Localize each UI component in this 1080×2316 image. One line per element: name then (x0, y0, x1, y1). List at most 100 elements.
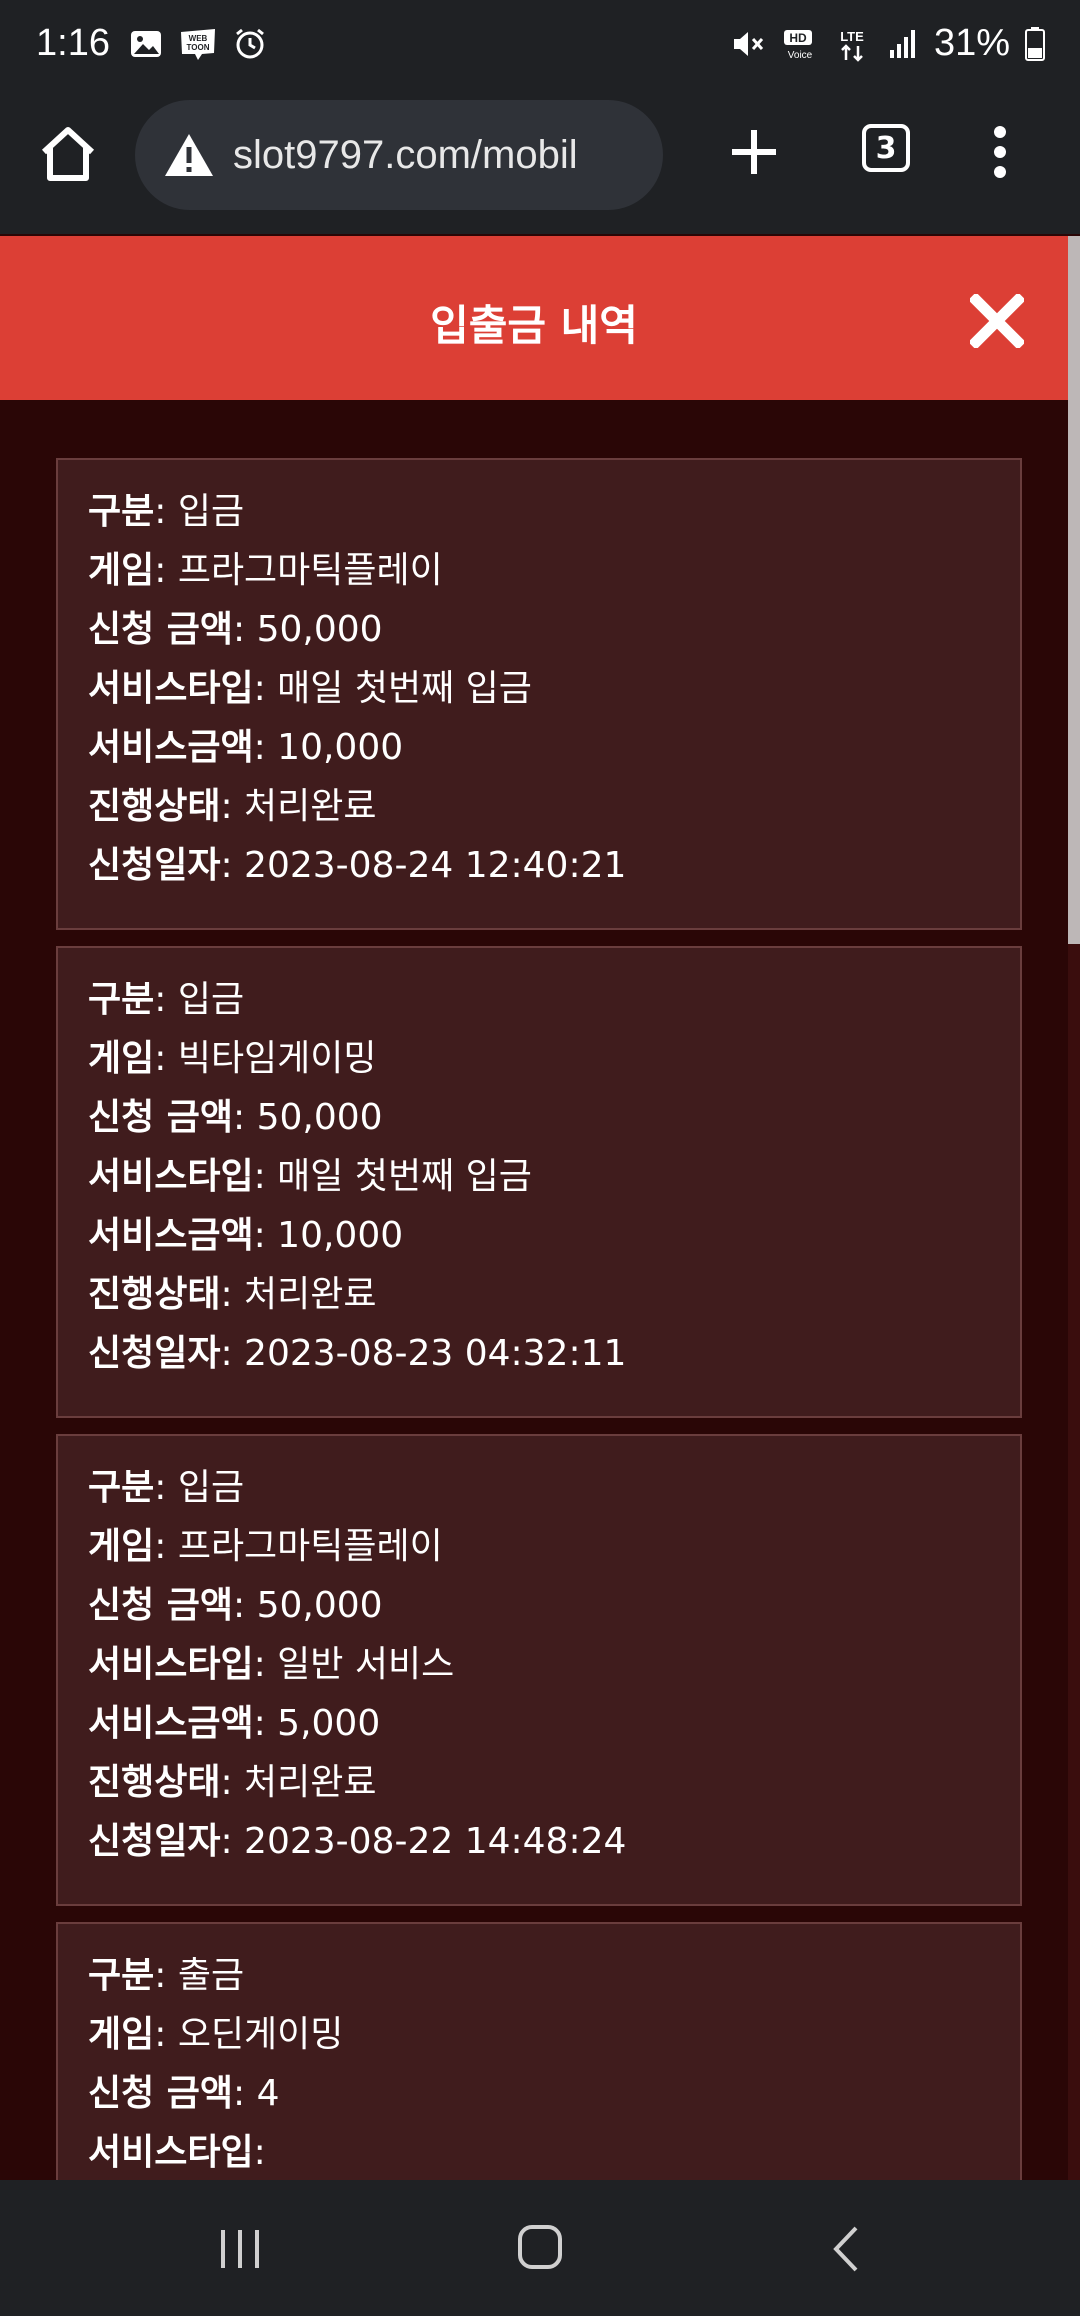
field-value: : 2023-08-22 14:48:24 (220, 1821, 627, 1862)
field-label: 신청일자 (88, 1821, 221, 1862)
field-row: 신청일자: 2023-08-23 04:32:11 (88, 1324, 626, 1376)
field-value: : 2023-08-24 12:40:21 (220, 845, 627, 886)
field-value: : 매일 첫번째 입금 (253, 668, 532, 709)
svg-text:HD: HD (789, 31, 807, 45)
field-row: 신청일자: 2023-08-24 12:40:21 (88, 836, 626, 888)
field-label: 게임 (88, 1526, 155, 1567)
field-value: : 10,000 (253, 727, 404, 768)
field-row: 신청 금액: 50,000 (88, 1576, 383, 1628)
more-menu-icon[interactable] (990, 122, 1010, 182)
transaction-card: 구분: 입금 게임: 프라그마틱플레이 신청 금액: 50,000 서비스타입:… (56, 1434, 1022, 1906)
url-text[interactable]: slot9797.com/mobil (233, 133, 578, 178)
field-value: : 처리완료 (220, 1762, 377, 1803)
back-icon[interactable] (830, 2224, 860, 2274)
hd-voice-icon: HD Voice (783, 29, 813, 61)
field-value: : 50,000 (233, 609, 383, 650)
field-value: : 오딘게이밍 (154, 2014, 344, 2055)
svg-text:TOON: TOON (187, 43, 210, 52)
alarm-icon (236, 28, 264, 59)
field-row: 구분: 입금 (88, 1458, 244, 1510)
close-icon[interactable] (970, 294, 1024, 348)
field-row: 신청 금액: 50,000 (88, 600, 383, 652)
address-bar[interactable]: slot9797.com/mobil (135, 100, 663, 210)
field-row: 신청 금액: 4 (88, 2064, 280, 2116)
field-label: 서비스타입 (88, 1156, 254, 1197)
field-value: : 50,000 (233, 1585, 383, 1626)
field-row: 구분: 출금 (88, 1946, 244, 1998)
field-label: 신청일자 (88, 845, 221, 886)
field-label: 구분 (88, 1955, 155, 1996)
scrollbar-thumb[interactable] (1068, 236, 1080, 944)
svg-text:WEB: WEB (189, 34, 208, 43)
field-value: : 일반 서비스 (253, 1644, 455, 1685)
warning-icon[interactable] (163, 132, 215, 178)
field-row: 신청일자: 2023-08-22 14:48:24 (88, 1812, 626, 1864)
tab-count: 3 (875, 130, 897, 166)
field-value: : 빅타임게이밍 (154, 1038, 377, 1079)
field-value: : 4 (233, 2073, 280, 2114)
field-value: : 처리완료 (220, 1274, 377, 1315)
field-label: 진행상태 (88, 1274, 221, 1315)
field-value: : 프라그마틱플레이 (154, 1526, 443, 1567)
field-label: 게임 (88, 550, 155, 591)
field-label: 진행상태 (88, 786, 221, 827)
field-label: 신청 금액 (88, 1585, 234, 1626)
field-value: : 입금 (154, 1467, 245, 1508)
field-row: 게임: 프라그마틱플레이 (88, 1517, 443, 1569)
field-value: : 10,000 (253, 1215, 404, 1256)
field-value: : 매일 첫번째 입금 (253, 1156, 532, 1197)
svg-text:LTE: LTE (840, 29, 864, 44)
field-row: 서비스타입: (88, 2123, 266, 2175)
field-row: 구분: 입금 (88, 482, 244, 534)
field-value: : (253, 2132, 266, 2173)
field-row: 서비스금액: 10,000 (88, 1206, 403, 1258)
browser-toolbar: slot9797.com/mobil 3 (0, 92, 1080, 234)
field-value: : 출금 (154, 1955, 245, 1996)
field-row: 진행상태: 처리완료 (88, 1265, 377, 1317)
field-label: 서비스금액 (88, 1215, 254, 1256)
battery-icon (1025, 26, 1045, 61)
system-nav-bar (0, 2180, 1080, 2316)
field-row: 진행상태: 처리완료 (88, 1753, 377, 1805)
field-label: 신청 금액 (88, 1097, 234, 1138)
field-label: 게임 (88, 2014, 155, 2055)
field-label: 서비스금액 (88, 1703, 254, 1744)
modal-header: 입출금 내역 (0, 236, 1068, 400)
tab-switcher-button[interactable]: 3 (862, 124, 910, 172)
field-value: : 처리완료 (220, 786, 377, 827)
field-row: 서비스타입: 일반 서비스 (88, 1635, 454, 1687)
field-label: 구분 (88, 979, 155, 1020)
field-row: 게임: 빅타임게이밍 (88, 1029, 377, 1081)
field-row: 진행상태: 처리완료 (88, 777, 377, 829)
field-label: 구분 (88, 1467, 155, 1508)
transaction-card: 구분: 입금 게임: 빅타임게이밍 신청 금액: 50,000 서비스타입: 매… (56, 946, 1022, 1418)
new-tab-icon[interactable] (728, 126, 780, 178)
field-label: 서비스타입 (88, 2132, 254, 2173)
transaction-card: 구분: 입금 게임: 프라그마틱플레이 신청 금액: 50,000 서비스타입:… (56, 458, 1022, 930)
mute-icon (733, 31, 764, 56)
gallery-icon (131, 31, 161, 57)
field-value: : 입금 (154, 491, 245, 532)
webtoon-icon: WEB TOON (181, 29, 215, 60)
home-icon[interactable] (36, 122, 100, 186)
field-label: 서비스타입 (88, 668, 254, 709)
field-value: : 50,000 (233, 1097, 383, 1138)
transaction-list[interactable]: 구분: 입금 게임: 프라그마틱플레이 신청 금액: 50,000 서비스타입:… (0, 400, 1068, 2180)
field-row: 서비스타입: 매일 첫번째 입금 (88, 659, 532, 711)
field-row: 신청 금액: 50,000 (88, 1088, 383, 1140)
field-value: : 5,000 (253, 1703, 381, 1744)
system-home-icon[interactable] (517, 2224, 563, 2270)
field-value: : 2023-08-23 04:32:11 (220, 1333, 627, 1374)
field-label: 서비스금액 (88, 727, 254, 768)
svg-text:Voice: Voice (788, 50, 813, 61)
field-label: 서비스타입 (88, 1644, 254, 1685)
field-row: 게임: 프라그마틱플레이 (88, 541, 443, 593)
field-row: 서비스금액: 10,000 (88, 718, 403, 770)
field-row: 게임: 오딘게이밍 (88, 2005, 343, 2057)
recent-apps-icon[interactable] (215, 2226, 265, 2272)
field-label: 구분 (88, 491, 155, 532)
field-value: : 프라그마틱플레이 (154, 550, 443, 591)
status-bar: 1:16 WEB TOON HD Voice LTE 31% (0, 0, 1080, 92)
signal-icon (889, 29, 915, 58)
field-label: 게임 (88, 1038, 155, 1079)
